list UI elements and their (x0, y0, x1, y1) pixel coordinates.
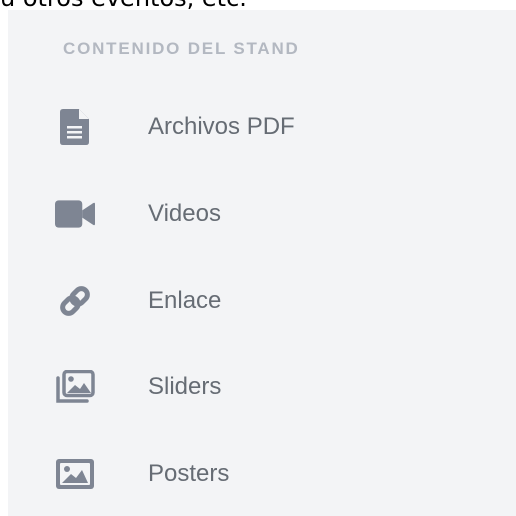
images-icon (55, 369, 95, 405)
menu-item-posters[interactable]: Posters (8, 444, 516, 504)
page: u otros eventos, etc. CONTENIDO DEL STAN… (0, 0, 516, 516)
menu-item-label: Videos (148, 200, 221, 227)
menu-item-label: Sliders (148, 373, 222, 400)
menu-item-videos[interactable]: Videos (8, 184, 516, 244)
menu-item-label: Posters (148, 460, 230, 487)
menu-item-enlace[interactable]: Enlace (8, 271, 516, 331)
menu-item-archivos-pdf[interactable]: Archivos PDF (8, 97, 516, 157)
menu-item-label: Enlace (148, 287, 222, 314)
link-icon (55, 283, 95, 319)
image-icon (55, 456, 95, 492)
file-pdf-icon (55, 109, 95, 145)
video-camera-icon (55, 196, 95, 232)
menu-item-sliders[interactable]: Sliders (8, 357, 516, 417)
menu-item-label: Archivos PDF (148, 113, 295, 140)
stand-content-menu: Archivos PDF Videos Enlace Sliders Poste… (8, 10, 516, 516)
stand-content-panel: CONTENIDO DEL STAND Archivos PDF Videos … (8, 10, 516, 516)
